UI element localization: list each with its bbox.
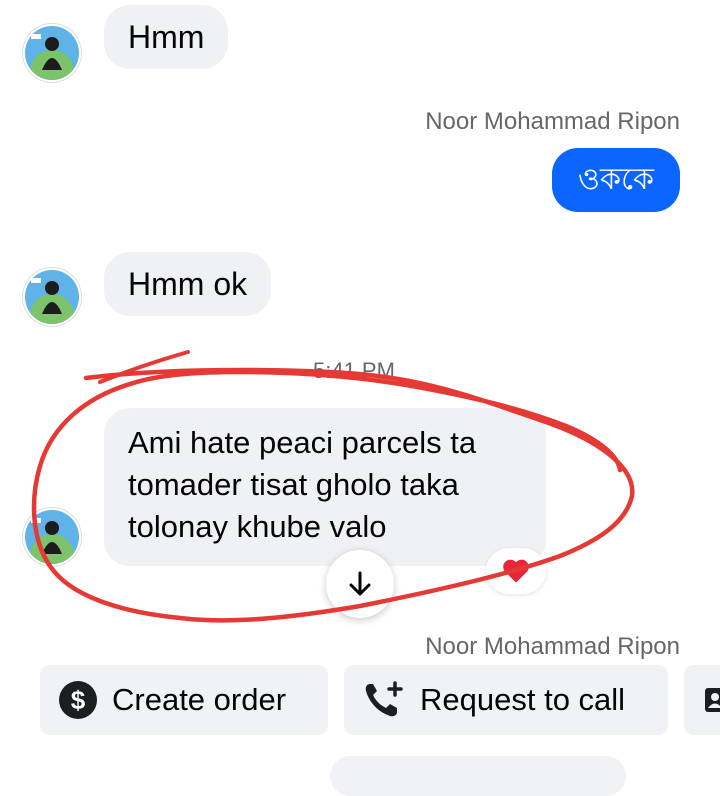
sender-name: Noor Mohammad Ripon: [425, 633, 680, 660]
scroll-to-bottom-button[interactable]: [326, 550, 394, 618]
arrow-down-icon: [349, 571, 371, 596]
composer-hint: [330, 756, 626, 796]
avatar[interactable]: [23, 24, 81, 82]
message-bubble-hmm-ok[interactable]: Hmm ok: [104, 252, 272, 316]
message-timestamp: 5:41 PM: [313, 358, 395, 383]
avatar[interactable]: [23, 268, 81, 326]
sender-name: Noor Mohammad Ripon: [425, 108, 680, 135]
message-text: ওককে: [577, 163, 654, 196]
message-text: Hmm ok: [128, 266, 248, 302]
contact-card-icon: [705, 688, 720, 712]
message-text-line: Ami hate peaci parcels ta: [128, 425, 477, 460]
heart-icon: [503, 559, 529, 583]
create-order-label: Create order: [112, 682, 287, 717]
dollar-circle-icon: $: [59, 681, 97, 719]
message-text-line: tomader tisat gholo taka: [128, 467, 459, 502]
svg-text:$: $: [71, 685, 86, 715]
reaction-badge[interactable]: [486, 548, 546, 594]
request-to-call-button[interactable]: Request to call: [344, 665, 668, 735]
message-bubble-outgoing[interactable]: ওককে: [551, 148, 680, 212]
avatar[interactable]: [23, 508, 81, 566]
phone-plus-icon: [365, 681, 403, 717]
message-text-line: tolonay khube valo: [128, 509, 387, 544]
create-order-button[interactable]: $ Create order: [40, 665, 328, 735]
contact-card-button[interactable]: [684, 665, 720, 735]
message-bubble-hmm[interactable]: Hmm: [104, 5, 229, 69]
request-to-call-label: Request to call: [420, 682, 626, 717]
message-bubble-parcel[interactable]: Ami hate peaci parcels ta tomader tisat …: [104, 408, 546, 566]
message-text: Hmm: [128, 19, 205, 55]
